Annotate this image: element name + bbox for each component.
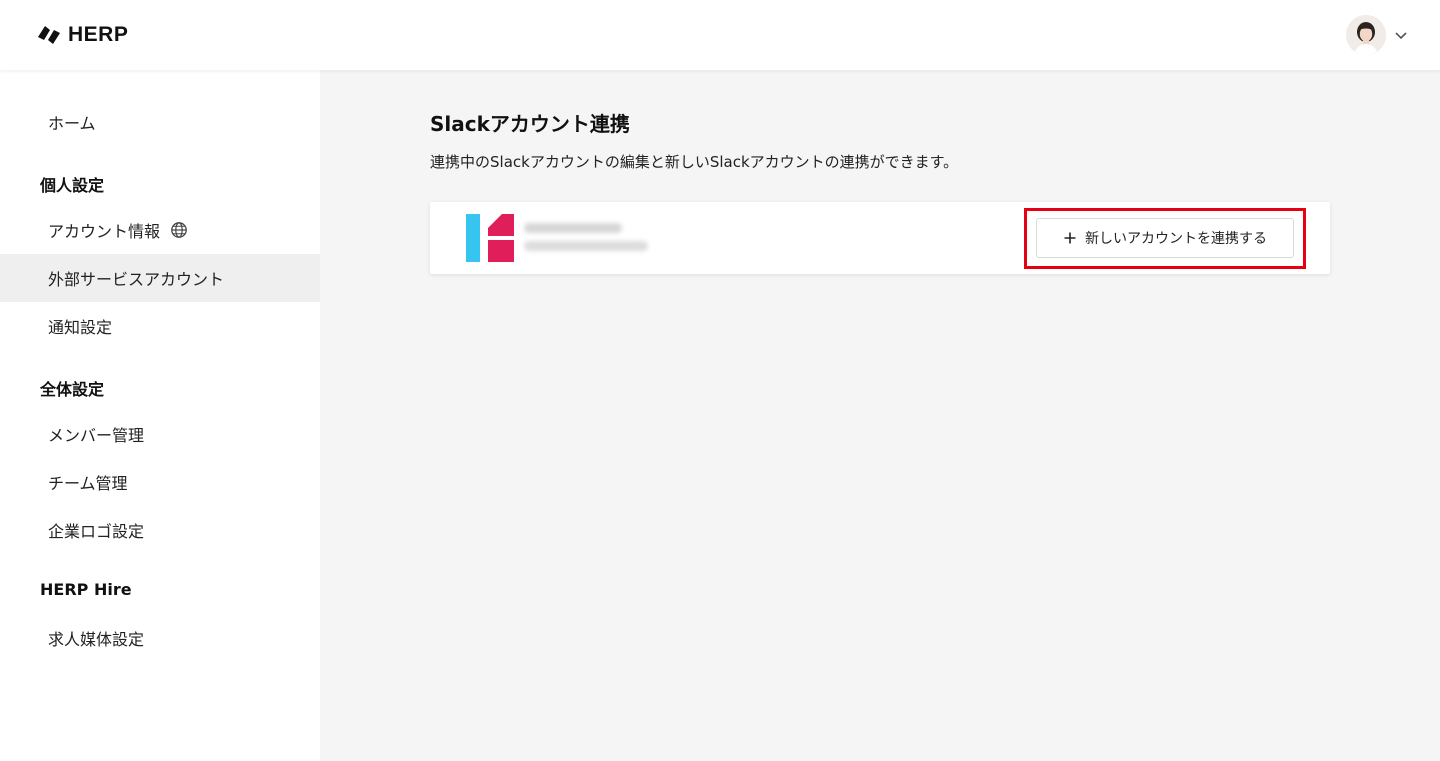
sidebar-heading-global: 全体設定 <box>40 380 105 399</box>
sidebar-item-home[interactable]: ホーム <box>0 98 320 146</box>
user-avatar-icon <box>1346 15 1386 55</box>
sidebar-heading-personal: 個人設定 <box>40 176 105 195</box>
sidebar-item-label: 通知設定 <box>48 318 113 337</box>
herp-logo-mark-icon <box>38 26 60 44</box>
account-email-redacted <box>524 241 648 251</box>
sidebar-item-label: アカウント情報 <box>48 222 161 241</box>
sidebar-item-members[interactable]: メンバー管理 <box>0 410 320 458</box>
sidebar-item-external-accounts[interactable]: 外部サービスアカウント <box>0 254 320 302</box>
page-title: Slackアカウント連携 <box>430 112 630 136</box>
sidebar-item-label: ホーム <box>48 114 96 133</box>
sidebar-item-teams[interactable]: チーム管理 <box>0 458 320 506</box>
workspace-logo-icon <box>466 214 514 262</box>
sidebar-item-company-logo[interactable]: 企業ロゴ設定 <box>0 506 320 554</box>
sidebar-item-label: メンバー管理 <box>48 426 145 445</box>
add-account-button[interactable]: 新しいアカウントを連携する <box>1036 218 1294 258</box>
logo-text: HERP <box>68 23 129 46</box>
top-header: HERP <box>0 0 1440 70</box>
plus-icon <box>1064 232 1076 244</box>
globe-icon <box>171 222 187 238</box>
chevron-down-icon[interactable] <box>1394 28 1408 42</box>
sidebar-item-label: 求人媒体設定 <box>48 630 145 649</box>
sidebar-item-label: チーム管理 <box>48 474 128 493</box>
sidebar: ホーム 個人設定 アカウント情報 外部サービスアカウント 通知設定 全体設定 メ… <box>0 70 320 761</box>
sidebar-item-job-media[interactable]: 求人媒体設定 <box>0 614 320 662</box>
account-name-redacted <box>524 223 622 233</box>
sidebar-item-label: 企業ロゴ設定 <box>48 522 145 541</box>
slack-account-card: 新しいアカウントを連携する <box>430 202 1330 274</box>
sidebar-item-notifications[interactable]: 通知設定 <box>0 302 320 350</box>
add-account-label: 新しいアカウントを連携する <box>1085 231 1267 247</box>
sidebar-item-account-info[interactable]: アカウント情報 <box>0 206 320 254</box>
page-description: 連携中のSlackアカウントの編集と新しいSlackアカウントの連携ができます。 <box>430 153 959 171</box>
avatar[interactable] <box>1346 15 1386 55</box>
herp-logo[interactable]: HERP <box>36 22 128 48</box>
sidebar-item-label: 外部サービスアカウント <box>48 270 225 289</box>
sidebar-heading-herp-hire: HERP Hire <box>40 580 132 599</box>
user-menu[interactable] <box>1346 15 1408 55</box>
